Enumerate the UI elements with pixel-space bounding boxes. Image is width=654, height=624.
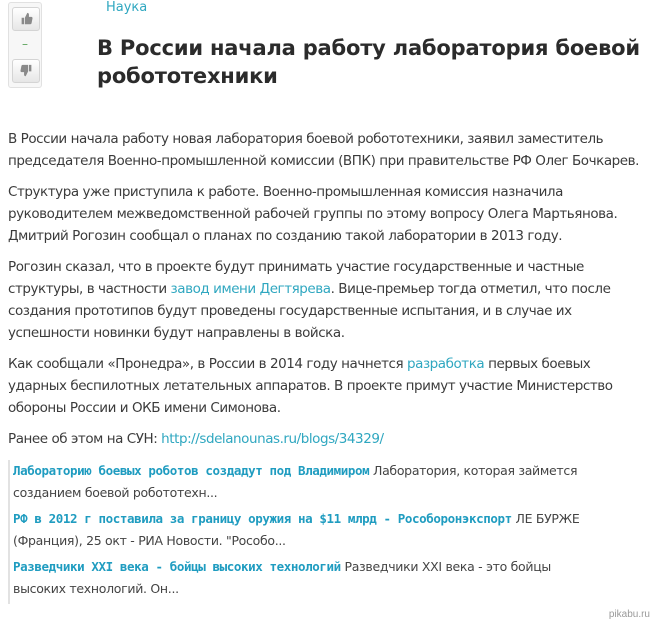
related-link[interactable]: Лабораторию боевых роботов создадут под … — [13, 463, 370, 478]
paragraph-4: Как сообщали «Пронедра», в России в 2014… — [8, 353, 648, 419]
related-posts: Лабораторию боевых роботов создадут под … — [8, 460, 593, 604]
related-item: Лабораторию боевых роботов создадут под … — [13, 460, 593, 504]
thumbs-up-icon — [20, 10, 33, 29]
thumbs-down-icon — [19, 62, 33, 81]
post-title[interactable]: В России начала работу лаборатория боево… — [97, 34, 647, 90]
related-link[interactable]: Разведчики XXI века - бойцы высоких техн… — [13, 559, 341, 574]
downvote-button[interactable] — [12, 59, 40, 83]
paragraph-5: Ранее об этом на СУН: http://sdelanounas… — [8, 428, 648, 450]
rating-count: – — [22, 37, 28, 51]
paragraph-3: Рогозин сказал, что в проекте будут прин… — [8, 256, 648, 344]
category-link[interactable]: Наука — [106, 0, 147, 15]
paragraph-4-text-start: Как сообщали «Пронедра», в России в 2014… — [8, 356, 407, 372]
development-link[interactable]: разработка — [407, 356, 485, 372]
paragraph-1: В России начала работу новая лаборатория… — [8, 131, 639, 169]
degtyarev-plant-link[interactable]: завод имени Дегтярева — [171, 281, 331, 297]
related-link[interactable]: РФ в 2012 г поставила за границу оружия … — [13, 511, 512, 526]
related-item: Разведчики XXI века - бойцы высоких техн… — [13, 556, 593, 600]
upvote-button[interactable] — [12, 7, 40, 31]
related-item: РФ в 2012 г поставила за границу оружия … — [13, 508, 593, 552]
vote-panel: – — [8, 2, 42, 88]
post-body: В России начала работу новая лаборатория… — [8, 128, 648, 459]
watermark: pikabu.ru — [608, 609, 650, 620]
source-link[interactable]: http://sdelanounas.ru/blogs/34329/ — [161, 431, 384, 447]
source-prefix: Ранее об этом на СУН: — [8, 431, 162, 447]
paragraph-2: Структура уже приступила к работе. Военн… — [8, 184, 618, 244]
